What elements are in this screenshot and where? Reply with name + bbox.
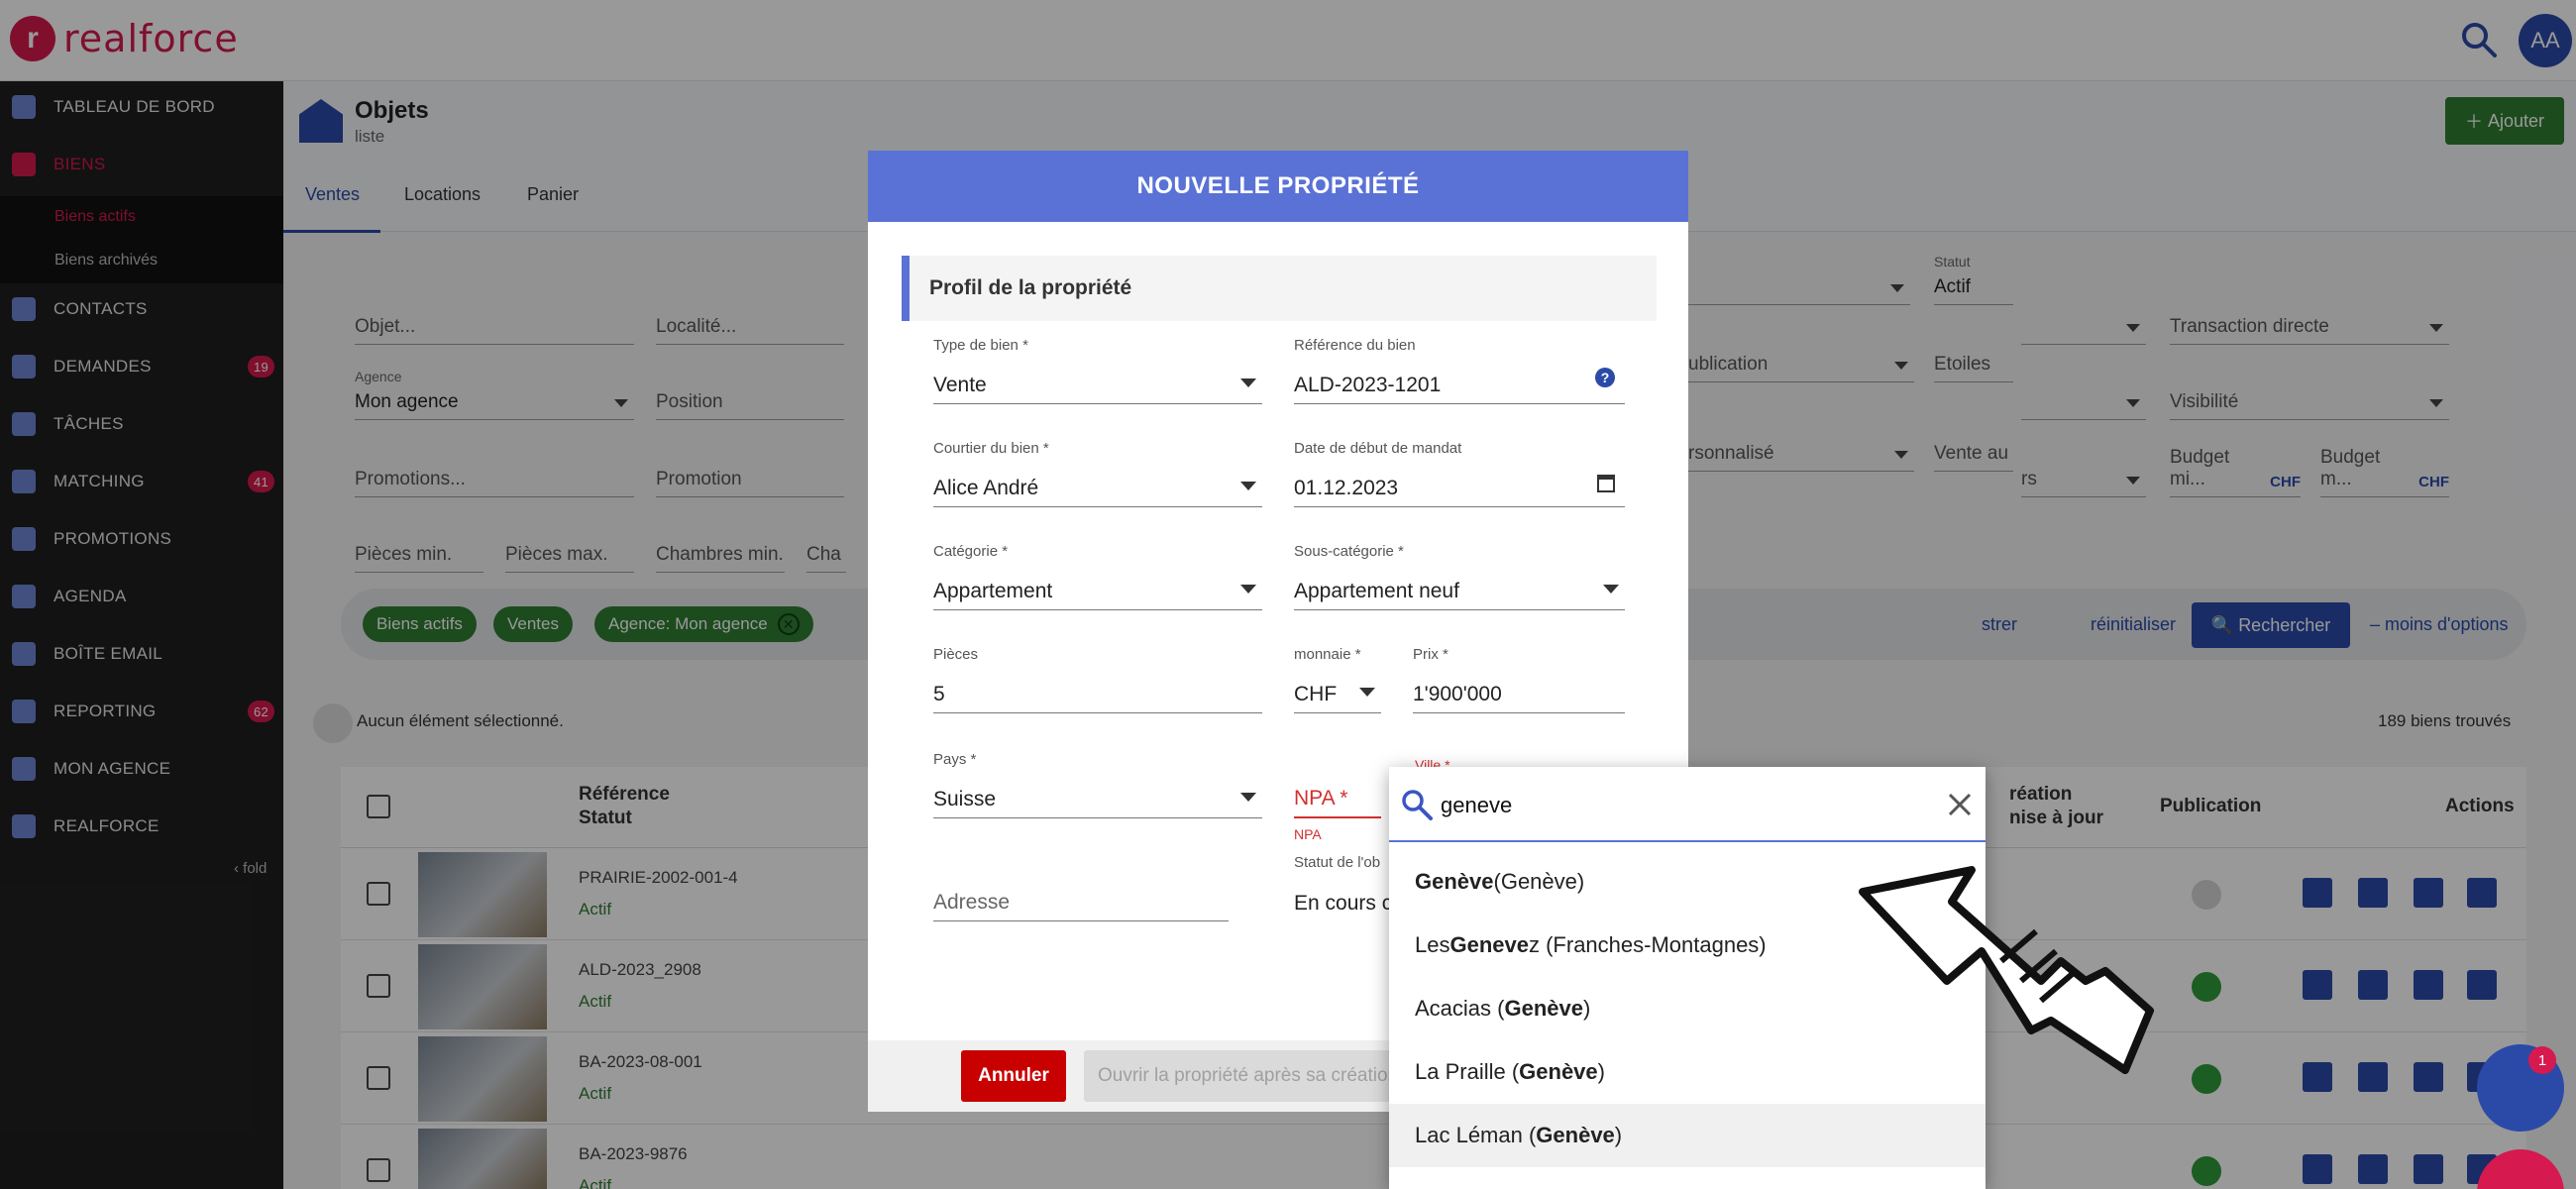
monnaie-select[interactable]: monnaie * CHF bbox=[1294, 646, 1381, 713]
option-match: Genève bbox=[1536, 1123, 1615, 1147]
sous-categorie-select[interactable]: Sous-catégorie * Appartement neuf bbox=[1294, 543, 1625, 610]
option-prefix: La Praille ( bbox=[1415, 1059, 1520, 1084]
help-icon[interactable]: ? bbox=[1595, 368, 1615, 387]
field-value: ALD-2023-1201 bbox=[1294, 374, 1442, 396]
option-match: Genève bbox=[1415, 869, 1494, 894]
option-suffix: ) bbox=[1582, 996, 1591, 1021]
autocomplete-option[interactable]: Lac Léman (Genève) bbox=[1389, 1104, 1986, 1167]
field-label: Date de début de mandat bbox=[1294, 440, 1462, 457]
field-placeholder: NPA * bbox=[1294, 787, 1348, 810]
field-value: Alice André bbox=[933, 477, 1039, 499]
field-value: 1'900'000 bbox=[1413, 683, 1502, 705]
option-suffix: z (Franches-Montagnes) bbox=[1528, 932, 1767, 957]
adresse-input[interactable]: Adresse bbox=[933, 876, 1229, 921]
close-icon[interactable] bbox=[1942, 787, 1978, 822]
pieces-input[interactable]: Pièces 5 bbox=[933, 646, 1262, 713]
option-suffix: (Genève) bbox=[1493, 869, 1585, 894]
calendar-icon[interactable] bbox=[1597, 475, 1615, 492]
field-value: Vente bbox=[933, 374, 987, 396]
field-placeholder: Adresse bbox=[933, 891, 1011, 914]
option-match: Genève bbox=[1504, 996, 1583, 1021]
prix-input[interactable]: Prix * 1'900'000 bbox=[1413, 646, 1625, 713]
chevron-down-icon bbox=[1359, 688, 1375, 697]
chevron-down-icon bbox=[1240, 793, 1256, 802]
npa-input[interactable]: NPA * bbox=[1294, 773, 1381, 818]
field-label: Référence du bien bbox=[1294, 337, 1416, 354]
option-prefix: Les bbox=[1415, 932, 1450, 957]
date-mandat-input[interactable]: Date de début de mandat 01.12.2023 bbox=[1294, 440, 1625, 507]
type-de-bien-select[interactable]: Type de bien * Vente bbox=[933, 337, 1262, 404]
chevron-down-icon bbox=[1240, 482, 1256, 490]
option-prefix: Acacias ( bbox=[1415, 996, 1505, 1021]
field-label: Catégorie * bbox=[933, 543, 1009, 560]
dialog-title: NOUVELLE PROPRIÉTÉ bbox=[868, 151, 1688, 222]
field-label: Pièces bbox=[933, 646, 979, 663]
option-prefix: Lac Léman ( bbox=[1415, 1123, 1537, 1147]
field-label: Prix * bbox=[1413, 646, 1449, 663]
chevron-down-icon bbox=[1240, 378, 1256, 387]
chevron-down-icon bbox=[1603, 585, 1619, 594]
field-label: Courtier du bien * bbox=[933, 440, 1049, 457]
field-label: Pays * bbox=[933, 751, 977, 768]
field-label: Statut de l'ob bbox=[1294, 854, 1381, 871]
field-label: Type de bien * bbox=[933, 337, 1028, 354]
field-value: Appartement bbox=[933, 580, 1053, 602]
field-value: 01.12.2023 bbox=[1294, 477, 1399, 499]
option-match: Genève bbox=[1519, 1059, 1598, 1084]
option-suffix: ) bbox=[1597, 1059, 1605, 1084]
statut-objet-select[interactable]: Statut de l'ob En cours c bbox=[1294, 854, 1393, 921]
courtier-select[interactable]: Courtier du bien * Alice André bbox=[933, 440, 1262, 507]
chevron-down-icon bbox=[1240, 585, 1256, 594]
field-value: Suisse bbox=[933, 788, 997, 811]
reference-input[interactable]: Référence du bien ALD-2023-1201 ? bbox=[1294, 337, 1625, 404]
categorie-select[interactable]: Catégorie * Appartement bbox=[933, 543, 1262, 610]
cancel-button[interactable]: Annuler bbox=[961, 1050, 1066, 1102]
pointer-hand-icon bbox=[1859, 866, 2154, 1074]
pays-select[interactable]: Pays * Suisse bbox=[933, 751, 1262, 818]
field-value: CHF bbox=[1294, 683, 1338, 705]
notification-badge: 1 bbox=[2528, 1046, 2556, 1074]
npa-error: NPA bbox=[1294, 826, 1322, 842]
field-value: En cours c bbox=[1294, 892, 1393, 915]
search-icon bbox=[1402, 790, 1433, 820]
field-value: 5 bbox=[933, 683, 945, 705]
section-title: Profil de la propriété bbox=[902, 256, 1657, 321]
field-label: Sous-catégorie * bbox=[1294, 543, 1404, 560]
option-match: Geneve bbox=[1449, 932, 1529, 957]
autocomplete-search-field bbox=[1389, 767, 1986, 842]
field-value: Appartement neuf bbox=[1294, 580, 1459, 602]
city-search-input[interactable] bbox=[1441, 785, 1916, 826]
field-label: monnaie * bbox=[1294, 646, 1361, 663]
option-suffix: ) bbox=[1614, 1123, 1623, 1147]
